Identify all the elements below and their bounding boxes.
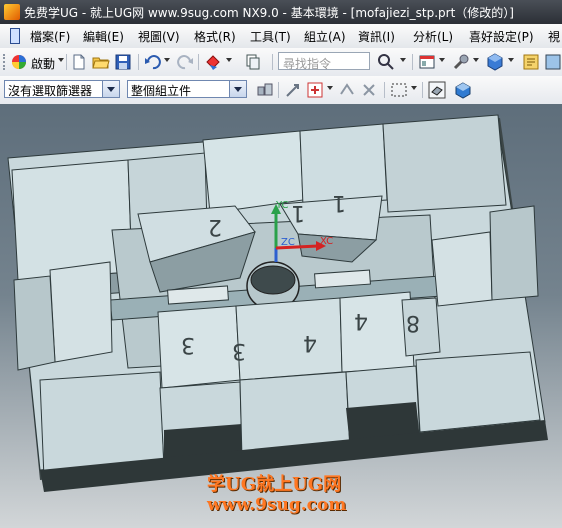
general-object-icon[interactable] <box>284 81 302 99</box>
part-label-2: 2 <box>208 214 222 239</box>
history-icon[interactable] <box>522 53 540 71</box>
snap-point-icon[interactable] <box>306 81 324 99</box>
shaded-with-edges-icon[interactable] <box>428 81 446 99</box>
slider-3-4 <box>235 297 343 381</box>
slider-3-left <box>157 305 241 389</box>
block-top-left <box>11 159 133 281</box>
front-block-right <box>415 351 541 433</box>
part-navigator-icon[interactable] <box>486 53 504 71</box>
side-block-left <box>49 261 113 363</box>
side-block-right <box>431 231 493 307</box>
assembly-filter-icon[interactable] <box>256 81 274 99</box>
start-label[interactable]: 啟動 <box>31 55 55 72</box>
title-bar: 免费学UG - 就上UG网 www.9sug.com NX9.0 - 基本環境 … <box>0 0 562 24</box>
menu-preferences[interactable]: 喜好設定(P) <box>469 28 534 45</box>
tools-icon[interactable] <box>452 53 470 71</box>
layout-icon[interactable] <box>418 53 436 71</box>
part-navigator-dropdown-icon[interactable] <box>508 58 514 62</box>
graphics-window[interactable]: 2 1 1 3 3 4 4 8 YC ZC XC <box>0 104 562 528</box>
menu-analysis[interactable]: 分析(L) <box>413 28 453 45</box>
window-title: 免费学UG - 就上UG网 www.9sug.com NX9.0 - 基本環境 … <box>24 6 514 20</box>
toolbar-separator <box>66 54 67 70</box>
type-filter-select[interactable]: 沒有選取篩選器 <box>4 80 120 98</box>
menu-window[interactable]: 視 <box>548 28 560 45</box>
undo-dropdown-icon[interactable] <box>164 58 170 62</box>
z-axis-label: ZC <box>281 237 295 248</box>
undo-icon[interactable] <box>144 53 162 71</box>
start-dropdown-icon[interactable] <box>58 58 64 62</box>
part-label-3b: 3 <box>232 338 246 363</box>
deselect-icon[interactable] <box>360 81 378 99</box>
snap-point-dropdown-icon[interactable] <box>327 86 333 90</box>
start-icon[interactable] <box>10 53 28 71</box>
center-ring-hole <box>250 265 296 295</box>
type-filter-dropdown-icon[interactable] <box>102 81 119 97</box>
redo-icon[interactable] <box>176 53 194 71</box>
watermark-url: www.9sug.com <box>207 495 347 515</box>
copy-command-icon[interactable] <box>244 53 262 71</box>
rectangle-select-dropdown-icon[interactable] <box>411 86 417 90</box>
toolbar-separator <box>138 54 139 70</box>
menu-format[interactable]: 格式(R) <box>194 28 236 45</box>
command-search-placeholder: 尋找指令 <box>283 57 332 71</box>
part-label-1a: 1 <box>291 200 305 225</box>
save-icon[interactable] <box>114 53 132 71</box>
selection-tool-icon[interactable] <box>204 53 222 71</box>
selection-bar: 沒有選取篩選器 整個組立件 <box>0 76 562 105</box>
rectangle-select-icon[interactable] <box>390 81 408 99</box>
toolbar-separator <box>422 82 423 98</box>
menu-assemblies[interactable]: 組立(A) <box>304 28 346 45</box>
toolbar-separator <box>198 54 199 70</box>
open-folder-icon[interactable] <box>92 53 110 71</box>
tools-dropdown-icon[interactable] <box>473 58 479 62</box>
menu-bar: 檔案(F) 編輯(E) 視圖(V) 格式(R) 工具(T) 組立(A) 資訊(I… <box>0 24 562 49</box>
side-block-left-outer <box>13 275 56 371</box>
menu-edit[interactable]: 編輯(E) <box>83 28 124 45</box>
resource-bar-icon[interactable] <box>544 53 562 71</box>
search-dropdown-icon[interactable] <box>400 58 406 62</box>
toolbar-separator <box>384 82 385 98</box>
nx-app-icon[interactable] <box>4 4 20 20</box>
standard-toolbar: 啟動 尋找指令 <box>0 48 562 77</box>
part-label-1b: 1 <box>332 190 346 215</box>
toolbar-separator <box>278 82 279 98</box>
quick-pick-icon[interactable] <box>338 81 356 99</box>
part-label-3a: 3 <box>181 332 195 357</box>
y-axis-label: YC <box>275 200 289 211</box>
side-block-right-outer <box>489 205 539 301</box>
selection-tool-dropdown-icon[interactable] <box>226 58 232 62</box>
menu-information[interactable]: 資訊(I) <box>358 28 395 45</box>
toolbar-grip-icon <box>3 54 8 70</box>
x-axis-label: XC <box>320 236 333 247</box>
search-icon[interactable] <box>377 53 395 71</box>
part-label-8: 8 <box>406 310 420 335</box>
watermark-title: 学UG就上UG网 <box>207 474 342 495</box>
new-file-icon[interactable] <box>70 53 88 71</box>
menu-view[interactable]: 視圖(V) <box>138 28 180 45</box>
part-label-4b: 4 <box>354 308 368 333</box>
assembly-model[interactable]: 2 1 1 3 3 4 4 8 YC ZC XC <box>0 104 562 528</box>
type-filter-value: 沒有選取篩選器 <box>8 84 93 98</box>
menu-tools[interactable]: 工具(T) <box>250 28 291 45</box>
selection-scope-select[interactable]: 整個組立件 <box>127 80 247 98</box>
block-top-far-right <box>382 114 507 213</box>
selection-scope-dropdown-icon[interactable] <box>229 81 246 97</box>
layout-dropdown-icon[interactable] <box>439 58 445 62</box>
menu-file[interactable]: 檔案(F) <box>30 28 70 45</box>
shaded-icon[interactable] <box>454 81 472 99</box>
toolbar-separator <box>412 54 413 70</box>
command-search-input[interactable]: 尋找指令 <box>278 52 370 71</box>
toolbar-separator <box>272 54 273 70</box>
selection-scope-value: 整個組立件 <box>131 84 192 98</box>
part-label-4a: 4 <box>303 330 317 355</box>
menu-grip-icon <box>10 28 20 44</box>
